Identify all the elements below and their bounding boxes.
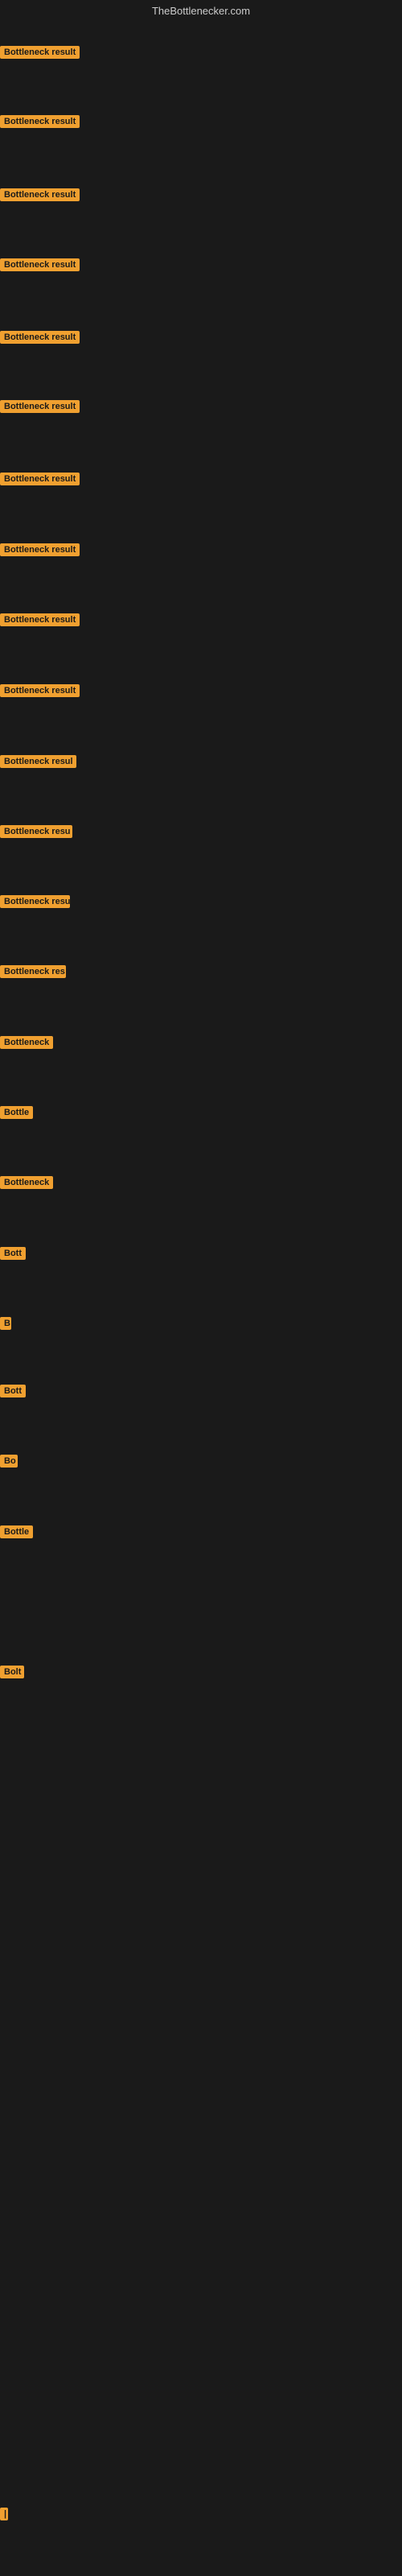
- bottleneck-row: Bottleneck resu: [0, 825, 72, 842]
- bottleneck-row: Bott: [0, 1385, 26, 1402]
- bottleneck-badge[interactable]: Bottleneck res: [0, 965, 66, 978]
- bottleneck-row: Bottleneck result: [0, 473, 80, 489]
- bottleneck-badge[interactable]: Bottleneck resu: [0, 895, 70, 908]
- bottleneck-badge[interactable]: Bott: [0, 1385, 26, 1397]
- bottleneck-row: Bottleneck resul: [0, 755, 76, 772]
- bottleneck-row: Bottleneck: [0, 1176, 53, 1193]
- bottleneck-badge[interactable]: Bottleneck result: [0, 115, 80, 128]
- bottleneck-row: Bott: [0, 1247, 26, 1264]
- bottleneck-row: Bottle: [0, 1525, 33, 1542]
- bottleneck-badge[interactable]: Bottleneck result: [0, 684, 80, 697]
- bottleneck-row: Bottleneck result: [0, 46, 80, 63]
- bottleneck-row: Bottleneck result: [0, 613, 80, 630]
- bottleneck-badge[interactable]: B: [0, 1317, 11, 1330]
- bottleneck-row: Bottleneck result: [0, 258, 80, 275]
- bottleneck-badge[interactable]: Bottle: [0, 1106, 33, 1119]
- bottleneck-badge[interactable]: Bottleneck result: [0, 188, 80, 201]
- bottleneck-badge[interactable]: Bolt: [0, 1666, 24, 1678]
- bottleneck-badge[interactable]: Bottle: [0, 1525, 33, 1538]
- bottleneck-badge[interactable]: Bottleneck result: [0, 331, 80, 344]
- bottleneck-badge[interactable]: Bo: [0, 1455, 18, 1468]
- bottleneck-badge[interactable]: Bottleneck resu: [0, 825, 72, 838]
- bottleneck-badge[interactable]: Bottleneck result: [0, 543, 80, 556]
- bottleneck-row: B: [0, 1317, 11, 1334]
- bottleneck-row: Bottleneck result: [0, 400, 80, 417]
- bottleneck-badge[interactable]: Bottleneck result: [0, 46, 80, 59]
- bottleneck-badge[interactable]: Bottleneck result: [0, 400, 80, 413]
- bottleneck-row: Bottleneck result: [0, 684, 80, 701]
- bottleneck-row: Bottleneck resu: [0, 895, 70, 912]
- site-title: TheBottlenecker.com: [152, 5, 250, 17]
- bottleneck-badge[interactable]: Bottleneck: [0, 1036, 53, 1049]
- bottleneck-row: Bottleneck result: [0, 188, 80, 205]
- bottleneck-badge[interactable]: Bottleneck result: [0, 258, 80, 271]
- bottleneck-badge[interactable]: |: [0, 2508, 8, 2520]
- bottleneck-row: Bottleneck result: [0, 115, 80, 132]
- bottleneck-badge[interactable]: Bottleneck result: [0, 613, 80, 626]
- bottleneck-row: Bottleneck result: [0, 331, 80, 348]
- bottleneck-badge[interactable]: Bottleneck result: [0, 473, 80, 485]
- bottleneck-row: Bottleneck result: [0, 543, 80, 560]
- bottleneck-badge[interactable]: Bottleneck: [0, 1176, 53, 1189]
- bottleneck-row: Bottleneck res: [0, 965, 66, 982]
- bottleneck-row: Bottleneck: [0, 1036, 53, 1053]
- bottleneck-row: Bo: [0, 1455, 18, 1472]
- bottleneck-row: Bottle: [0, 1106, 33, 1123]
- bottleneck-row: |: [0, 2508, 8, 2524]
- bottleneck-badge[interactable]: Bott: [0, 1247, 26, 1260]
- bottleneck-badge[interactable]: Bottleneck resul: [0, 755, 76, 768]
- bottleneck-row: Bolt: [0, 1666, 24, 1682]
